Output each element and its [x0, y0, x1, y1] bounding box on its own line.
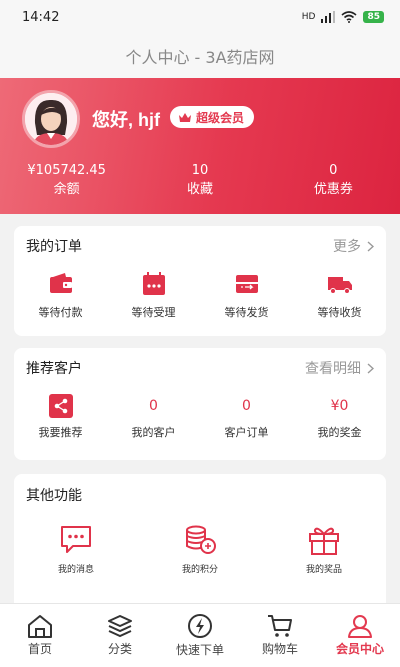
- stat-favorites-value: 10: [191, 163, 209, 178]
- network-label: HD: [301, 12, 316, 22]
- vip-badge-label: 超级会员: [196, 110, 245, 125]
- share-icon: [48, 394, 73, 418]
- tab-cart[interactable]: 购物车: [240, 604, 320, 667]
- cart-icon: [268, 615, 292, 637]
- function-prizes[interactable]: 我的奖品: [262, 524, 386, 575]
- tab-home[interactable]: 首页: [0, 604, 80, 667]
- order-pending-payment-label: 等待付款: [38, 306, 83, 319]
- stat-balance-label: 余额: [53, 182, 80, 197]
- function-points[interactable]: 我的积分: [138, 524, 262, 575]
- wifi-icon: [341, 11, 357, 23]
- tab-home-label: 首页: [27, 642, 52, 656]
- tab-member-center-label: 会员中心: [335, 642, 384, 656]
- chevron-right-icon: [367, 362, 374, 374]
- truck-icon: [327, 277, 352, 294]
- calendar-icon: [142, 272, 165, 295]
- tab-category-label: 分类: [107, 642, 132, 656]
- user-icon: [348, 615, 372, 638]
- referral-my-bonus[interactable]: ¥0 我的奖金: [293, 394, 386, 440]
- user-greeting: 您好, hjf: [92, 110, 160, 130]
- orders-title: 我的订单: [26, 239, 82, 255]
- battery-indicator: 85: [363, 11, 384, 23]
- referral-card: 推荐客户 查看明细 我要推荐 0 我的客户 0 客户订单 ¥0 我的奖金: [14, 348, 386, 460]
- status-bar: 14:42 HD 85: [0, 0, 400, 34]
- home-icon: [28, 615, 52, 638]
- stat-balance[interactable]: ¥105742.45 余额: [0, 162, 133, 200]
- avatar-image: [25, 93, 77, 145]
- function-row-2-partial: [14, 575, 386, 591]
- wallet-icon: [49, 273, 72, 293]
- function-points-label: 我的积分: [181, 565, 218, 575]
- referral-customer-orders[interactable]: 0 客户订单: [200, 394, 293, 440]
- tab-member-center[interactable]: 会员中心: [320, 604, 400, 667]
- referral-details-label: 查看明细: [305, 361, 361, 377]
- customer-orders-label: 客户订单: [224, 426, 269, 439]
- referral-recommend[interactable]: 我要推荐: [14, 394, 107, 440]
- customer-orders-count: 0: [242, 398, 251, 414]
- tab-category[interactable]: 分类: [80, 604, 160, 667]
- chevron-right-icon: [367, 240, 374, 252]
- order-pending-payment[interactable]: 等待付款: [14, 270, 107, 320]
- my-customers-count: 0: [149, 398, 158, 414]
- profile-header: 您好, hjf 超级会员 ¥105742.45 余额 10 收藏 0 优惠券: [0, 78, 400, 214]
- page-title: 个人中心 - 3A药店网: [125, 48, 275, 67]
- message-icon: [61, 526, 91, 553]
- page-title-bar: 个人中心 - 3A药店网: [0, 34, 400, 78]
- gift-icon: [309, 527, 339, 555]
- order-pending-receive-label: 等待收货: [317, 306, 362, 319]
- stat-balance-value: ¥105742.45: [27, 163, 106, 178]
- referral-details-link[interactable]: 查看明细: [305, 358, 374, 378]
- layers-icon: [108, 615, 132, 638]
- order-pending-accept[interactable]: 等待受理: [107, 270, 200, 320]
- orders-card: 我的订单 更多 等待付款 等待受理 等待发货 等待收货: [14, 226, 386, 336]
- tab-quick-order[interactable]: 快速下单: [160, 604, 240, 667]
- vip-badge: 超级会员: [170, 106, 255, 128]
- order-pending-ship[interactable]: 等待发货: [200, 270, 293, 320]
- stat-favorites[interactable]: 10 收藏: [133, 162, 266, 200]
- profile-stats: ¥105742.45 余额 10 收藏 0 优惠券: [0, 162, 400, 200]
- box-icon: [235, 275, 258, 293]
- stat-coupons[interactable]: 0 优惠券: [267, 162, 400, 200]
- tab-cart-label: 购物车: [261, 642, 298, 656]
- referral-my-customers[interactable]: 0 我的客户: [107, 394, 200, 440]
- my-bonus-label: 我的奖金: [317, 426, 362, 439]
- stat-coupons-value: 0: [329, 163, 338, 178]
- crown-icon: [179, 112, 191, 122]
- orders-more-label: 更多: [333, 239, 361, 255]
- avatar[interactable]: [22, 90, 80, 148]
- referral-title: 推荐客户: [26, 361, 82, 377]
- coins-icon: [186, 525, 216, 554]
- function-messages-label: 我的消息: [57, 565, 94, 575]
- stat-favorites-label: 收藏: [186, 182, 213, 197]
- my-customers-label: 我的客户: [131, 426, 176, 439]
- stat-coupons-label: 优惠券: [313, 182, 353, 197]
- order-pending-receive[interactable]: 等待收货: [293, 270, 386, 320]
- order-pending-accept-label: 等待受理: [131, 306, 176, 319]
- status-icons: HD 85: [302, 11, 384, 23]
- function-prizes-label: 我的奖品: [305, 565, 342, 575]
- my-bonus-amount: ¥0: [330, 398, 349, 414]
- lightning-icon: [188, 614, 212, 638]
- function-messages[interactable]: 我的消息: [14, 524, 138, 575]
- signal-icon: [321, 11, 336, 23]
- tab-quick-order-label: 快速下单: [175, 643, 224, 657]
- status-time: 14:42: [22, 9, 60, 25]
- other-functions-title: 其他功能: [26, 488, 82, 504]
- bottom-tab-bar: 首页 分类 快速下单 购物车 会员中心: [0, 603, 400, 667]
- orders-more-link[interactable]: 更多: [333, 236, 374, 256]
- order-pending-ship-label: 等待发货: [224, 306, 269, 319]
- referral-recommend-label: 我要推荐: [38, 426, 83, 439]
